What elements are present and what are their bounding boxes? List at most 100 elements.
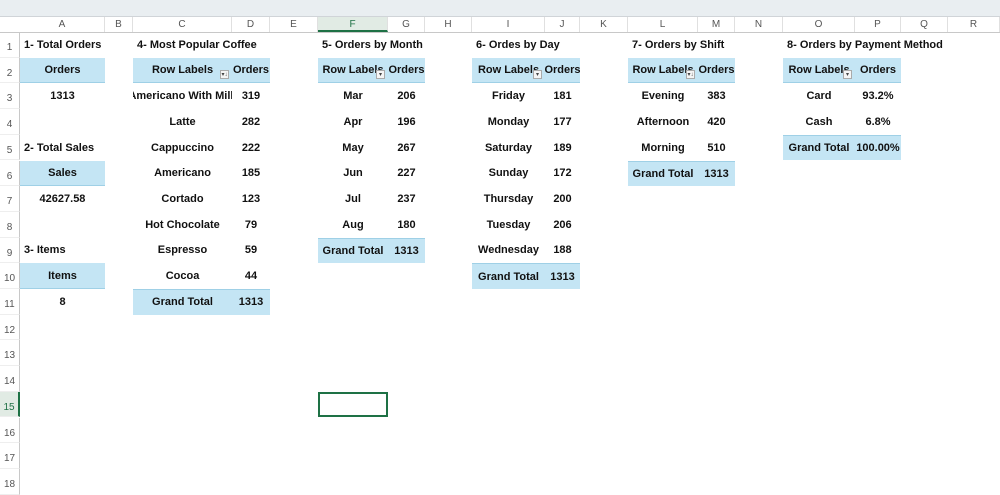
grand-total-value: 1313 [388, 237, 425, 264]
pivot-row-value: 510 [707, 141, 726, 154]
row-header-2[interactable]: 2 [0, 57, 20, 84]
sort-filter-icon[interactable]: ▾↓ [686, 69, 695, 79]
pivot-row-value: 282 [241, 115, 261, 128]
kpi-header: Sales [20, 160, 105, 187]
selected-cell-F15[interactable] [318, 391, 388, 418]
kpi-value: 42627.58 [39, 193, 86, 206]
column-header-H[interactable]: H [425, 17, 472, 32]
pivot-title: 7- Orders by Shift [632, 38, 725, 51]
row-header-16[interactable]: 16 [0, 417, 20, 444]
column-header-G[interactable]: G [388, 17, 425, 32]
column-header-O[interactable]: O [783, 17, 855, 32]
pivot-row-value: 383 [707, 90, 726, 103]
pivot-row-value: 188 [553, 244, 572, 257]
row-header-12[interactable]: 12 [0, 314, 20, 341]
pivot-row-label: Aug [342, 218, 364, 231]
row-header-13[interactable]: 13 [0, 340, 20, 367]
row-header-15[interactable]: 15 [0, 391, 20, 418]
pivot-row-label: Thursday [483, 193, 534, 206]
column-header-R[interactable]: R [948, 17, 1000, 32]
column-header-K[interactable]: K [580, 17, 628, 32]
pivot-row-label: Tuesday [486, 218, 531, 231]
filter-dropdown-icon[interactable]: ▾ [533, 69, 542, 79]
pivot-row-label: May [342, 141, 364, 154]
pivot-row-value: 123 [241, 193, 261, 206]
row-header-18[interactable]: 18 [0, 468, 20, 495]
pivot-row-label: Americano With Milk [133, 90, 232, 103]
row-header-6[interactable]: 6 [0, 160, 20, 187]
row-header-1[interactable]: 1 [0, 32, 20, 58]
column-header-P[interactable]: P [855, 17, 901, 32]
row-header-5[interactable]: 5 [0, 134, 20, 161]
grand-total-label: Grand Total [133, 289, 232, 315]
pivot-row-value: 267 [397, 141, 416, 154]
pivot-row-label: Americano [154, 167, 211, 180]
pivot-row-label: Latte [169, 115, 196, 128]
pivot-row-value: 227 [397, 167, 416, 180]
column-header-D[interactable]: D [232, 17, 270, 32]
pivot-row-value: 420 [707, 115, 726, 128]
pivot-row-label: Friday [491, 90, 525, 103]
pivot-row-value: 172 [553, 167, 572, 180]
grand-total-value: 100.00% [855, 134, 901, 161]
filter-dropdown-icon[interactable]: ▾ [843, 69, 852, 79]
grand-total-value: 1313 [698, 160, 735, 187]
column-header-A[interactable]: A [20, 17, 105, 32]
row-header-14[interactable]: 14 [0, 366, 20, 392]
column-header-L[interactable]: L [628, 17, 698, 32]
column-header-C[interactable]: C [133, 17, 232, 32]
grand-total-label: Grand Total [628, 160, 698, 187]
column-header-N[interactable]: N [735, 17, 783, 32]
grand-total-label: Grand Total [472, 263, 545, 289]
sort-filter-icon[interactable]: ▾↓ [220, 69, 229, 79]
pivot-row-value: 200 [553, 193, 572, 206]
filter-dropdown-icon[interactable]: ▾ [376, 69, 385, 79]
pivot-title: 6- Ordes by Day [476, 38, 560, 51]
row-header-3[interactable]: 3 [0, 83, 20, 110]
column-header-I[interactable]: I [472, 17, 545, 32]
pivot-row-labels-header[interactable]: Row Labels [133, 57, 232, 84]
pivot-row-label: Afternoon [636, 115, 690, 128]
pivot-row-label: Wednesday [478, 244, 539, 257]
column-header-J[interactable]: J [545, 17, 580, 32]
kpi-header: Items [20, 263, 105, 289]
pivot-row-label: Cash [805, 115, 833, 128]
kpi-header: Orders [20, 57, 105, 84]
column-header-E[interactable]: E [270, 17, 318, 32]
pivot-row-value: 196 [397, 115, 416, 128]
column-header-B[interactable]: B [105, 17, 133, 32]
pivot-row-value: 177 [553, 115, 572, 128]
pivot-row-label: Cortado [161, 193, 204, 206]
pivot-row-label: Cappuccino [151, 141, 214, 154]
kpi-title: 2- Total Sales [24, 141, 95, 154]
pivot-row-value: 222 [241, 141, 261, 154]
pivot-row-label: Sunday [488, 167, 529, 180]
pivot-row-value: 59 [244, 244, 258, 257]
column-header-M[interactable]: M [698, 17, 735, 32]
row-header-10[interactable]: 10 [0, 263, 20, 289]
pivot-row-value: 79 [244, 218, 258, 231]
column-header-Q[interactable]: Q [901, 17, 948, 32]
pivot-row-value: 93.2% [862, 90, 894, 103]
pivot-row-label: Mar [343, 90, 363, 103]
pivot-row-value: 237 [397, 193, 416, 206]
kpi-value: 1313 [50, 90, 75, 103]
row-header-9[interactable]: 9 [0, 237, 20, 264]
pivot-row-value: 206 [397, 90, 416, 103]
pivot-value-header: Orders [388, 57, 425, 84]
ribbon-edge [0, 0, 1000, 17]
pivot-row-value: 185 [241, 167, 261, 180]
kpi-value: 8 [59, 295, 66, 308]
pivot-row-value: 44 [244, 270, 258, 283]
row-header-17[interactable]: 17 [0, 443, 20, 469]
row-header-4[interactable]: 4 [0, 109, 20, 135]
pivot-row-label: Hot Chocolate [145, 218, 220, 231]
row-header-7[interactable]: 7 [0, 186, 20, 212]
pivot-value-header: Orders [855, 57, 901, 84]
pivot-row-label: Card [806, 90, 832, 103]
pivot-value-header: Orders [545, 57, 580, 84]
column-header-F[interactable]: F [318, 17, 388, 32]
pivot-row-label: Apr [343, 115, 363, 128]
row-header-11[interactable]: 11 [0, 289, 20, 315]
row-header-8[interactable]: 8 [0, 211, 20, 238]
